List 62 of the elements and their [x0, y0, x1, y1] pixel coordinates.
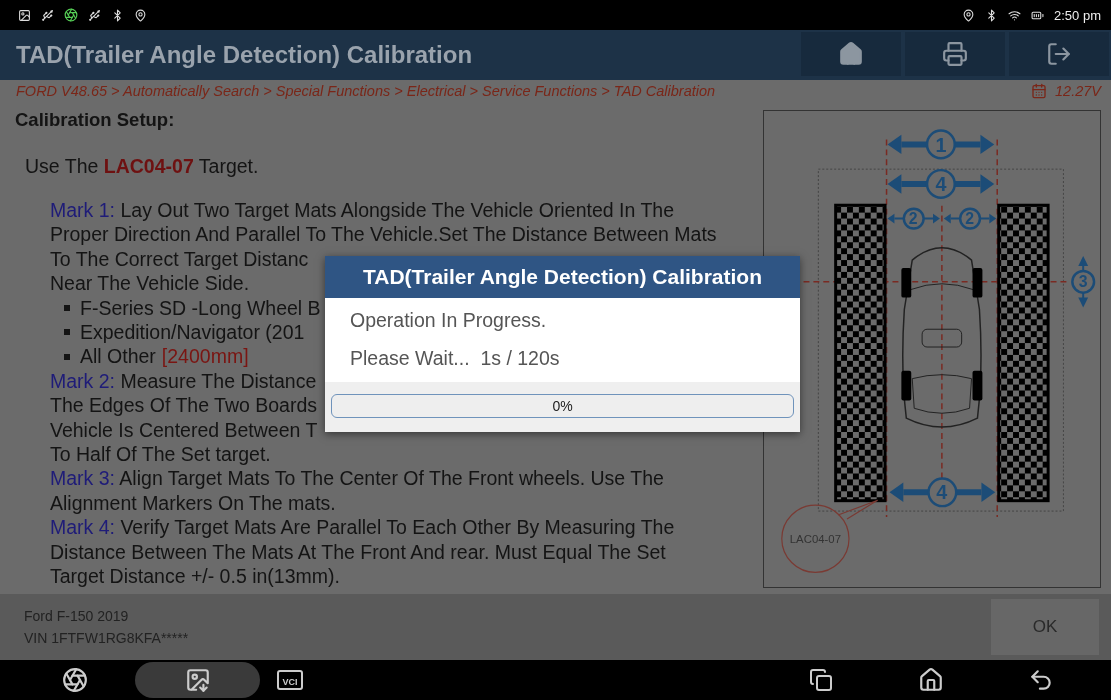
- bullet-text: All Other [2400mm]: [80, 344, 249, 369]
- vehicle-name: Ford F-150 2019: [24, 608, 130, 624]
- instruction-line: Target Distance +/- 0.5 in(13mm).: [50, 564, 340, 589]
- section-heading: Calibration Setup:: [15, 108, 175, 132]
- bullet-icon: [64, 304, 70, 311]
- bluetooth-icon: [111, 8, 124, 22]
- instruction-line: To Half Of The Set target.: [50, 442, 271, 467]
- bullet-text: Expedition/Navigator (201: [80, 320, 305, 345]
- bullet-text: F-Series SD -Long Wheel B: [80, 295, 321, 321]
- print-button[interactable]: [905, 32, 1005, 76]
- pin-icon: [134, 8, 147, 22]
- exit-icon: [1046, 41, 1072, 67]
- breadcrumb-path: FORD V48.65 > Automatically Search > Special Functions > Electrical > Service Functions > TAD Calibration: [16, 83, 717, 99]
- vin-number: VIN 1FTFW1RG8KFA*****: [24, 630, 190, 646]
- dialog-message: Please Wait... 1s / 120s: [349, 346, 561, 371]
- voltage-reading: 12.27V: [1055, 83, 1101, 99]
- dimension-arrow: [887, 207, 940, 230]
- home-icon: [838, 41, 864, 67]
- page-title: TAD(Trailer Angle Detection) Calibration: [16, 40, 474, 70]
- progress-percent: 0%: [552, 398, 573, 414]
- instruction-line: Alignment Markers On The mats.: [50, 490, 336, 516]
- usb-icon: [88, 8, 101, 22]
- wifi-icon: [1008, 8, 1021, 22]
- instruction-line: Vehicle Is Centered Between T: [50, 417, 318, 443]
- marker-number: 4: [935, 173, 947, 196]
- location-icon: [962, 8, 975, 22]
- marker-number: 2: [965, 210, 974, 228]
- instruction-line: Proper Direction And Parallel To The Vehicle.Set The Distance Between Mats: [50, 222, 717, 247]
- instruction-line: Near The Vehicle Side.: [50, 271, 250, 296]
- instruction-line: The Edges Of The Two Boards: [50, 393, 317, 418]
- instruction-line: To The Correct Target Distanc: [50, 246, 309, 272]
- dialog-message: Operation In Progress.: [349, 308, 548, 333]
- instruction-line: Mark 2: Measure The Distance: [50, 368, 317, 394]
- home-button[interactable]: [801, 32, 901, 76]
- vci-button[interactable]: VCI: [260, 662, 320, 698]
- instruction-line: Mark 4: Verify Target Mats Are Parallel To Each Other By Measuring The: [50, 515, 675, 540]
- bullet-icon: [64, 329, 70, 336]
- home-icon: [918, 667, 944, 693]
- instruction-line: Mark 1: Lay Out Two Target Mats Alongside The Vehicle Oriented In The: [50, 198, 674, 223]
- image-download-icon: [184, 667, 211, 693]
- screenshot-button[interactable]: [135, 662, 260, 698]
- vertical-arrow: [1071, 256, 1096, 308]
- image-icon: [18, 8, 31, 22]
- clock-time: 2:50 pm: [1054, 7, 1101, 23]
- marker-number: 3: [1078, 273, 1088, 291]
- exit-button[interactable]: [1009, 32, 1109, 76]
- marker-number: 4: [936, 481, 948, 504]
- dialog-title: TAD(Trailer Angle Detection) Calibration: [325, 256, 800, 298]
- app-icon: [64, 8, 78, 22]
- usb-icon: [41, 8, 54, 22]
- target-label: LAC04-07: [789, 532, 841, 545]
- recent-apps-icon: [809, 668, 833, 692]
- bullet-icon: [64, 353, 70, 360]
- dimension-arrow: [943, 207, 997, 230]
- bluetooth-icon: [985, 8, 998, 22]
- marker-number: 1: [935, 133, 947, 156]
- instruction-line: Mark 3: Align Target Mats To The Center Of The Front wheels. Use The: [50, 466, 664, 491]
- printer-icon: [942, 41, 968, 67]
- instruction-line: Distance Between The Mats At The Front And rear. Must Equal The Set: [50, 539, 666, 565]
- back-icon: [1028, 667, 1054, 693]
- intro-text: Use The LAC04-07 Target.: [25, 154, 259, 178]
- marker-number: 2: [908, 210, 918, 228]
